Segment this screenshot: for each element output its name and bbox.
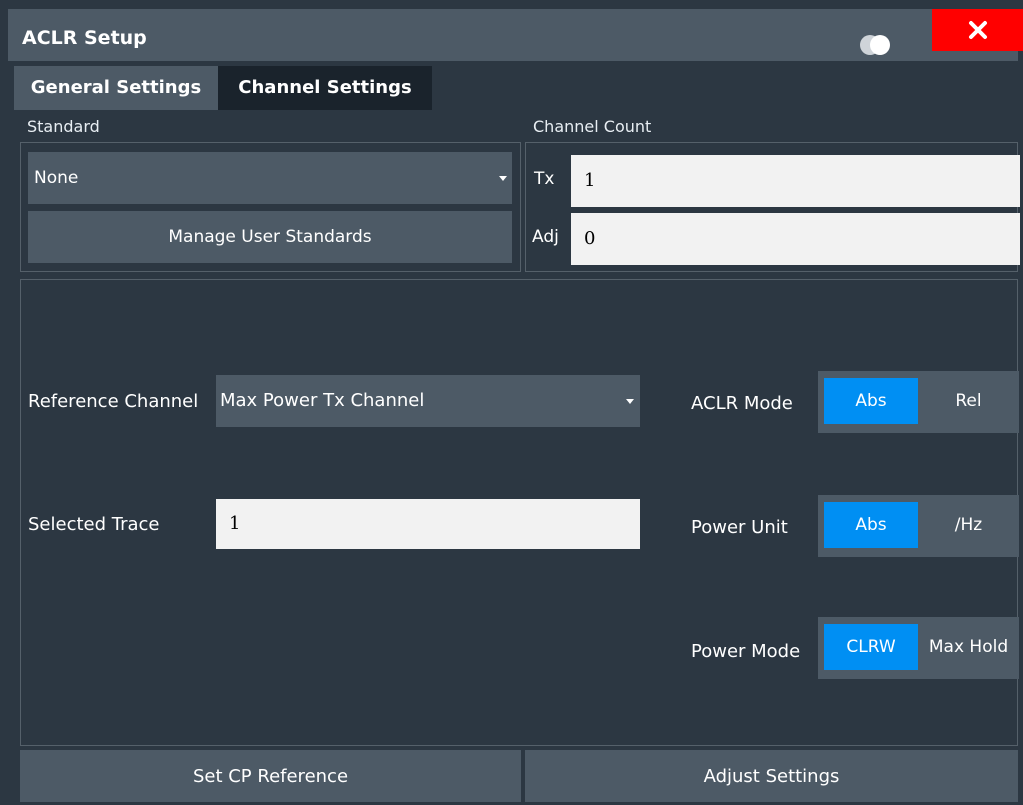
reference-channel-dropdown[interactable]: Max Power Tx Channel bbox=[216, 375, 640, 427]
tab-general-settings[interactable]: General Settings bbox=[14, 66, 218, 110]
aclr-mode-toggle: Abs Rel bbox=[818, 371, 1019, 433]
power-unit-per-hz[interactable]: /Hz bbox=[918, 502, 1019, 548]
close-icon bbox=[969, 21, 987, 39]
toggle-icon[interactable] bbox=[856, 33, 896, 57]
standard-label: Standard bbox=[27, 117, 100, 136]
power-mode-toggle: CLRW Max Hold bbox=[818, 617, 1019, 679]
dropdown-caret-icon bbox=[626, 399, 634, 404]
power-mode-clrw[interactable]: CLRW bbox=[824, 624, 918, 670]
set-cp-reference-button[interactable]: Set CP Reference bbox=[20, 750, 521, 802]
adjust-settings-button[interactable]: Adjust Settings bbox=[525, 750, 1018, 802]
manage-user-standards-button[interactable]: Manage User Standards bbox=[28, 211, 512, 263]
selected-trace-label: Selected Trace bbox=[28, 514, 160, 535]
tx-count-field[interactable]: 1 bbox=[571, 155, 1020, 207]
reference-channel-value: Max Power Tx Channel bbox=[220, 390, 425, 411]
reference-channel-label: Reference Channel bbox=[28, 391, 199, 412]
adj-count-field[interactable]: 0 bbox=[571, 213, 1020, 265]
power-unit-label: Power Unit bbox=[691, 517, 788, 538]
standard-selected-value: None bbox=[34, 168, 79, 188]
dropdown-caret-icon bbox=[499, 176, 507, 181]
tab-bar: General Settings Channel Settings bbox=[14, 66, 1016, 110]
selected-trace-field[interactable]: 1 bbox=[216, 499, 640, 549]
tx-label: Tx bbox=[534, 169, 555, 189]
power-mode-max-hold[interactable]: Max Hold bbox=[918, 624, 1019, 670]
window-title: ACLR Setup bbox=[22, 27, 147, 49]
power-unit-toggle: Abs /Hz bbox=[818, 495, 1019, 557]
aclr-mode-abs[interactable]: Abs bbox=[824, 378, 918, 424]
channel-count-label: Channel Count bbox=[533, 117, 652, 136]
power-unit-abs[interactable]: Abs bbox=[824, 502, 918, 548]
title-bar: ACLR Setup bbox=[8, 9, 1023, 61]
aclr-mode-label: ACLR Mode bbox=[691, 393, 793, 414]
aclr-mode-rel[interactable]: Rel bbox=[918, 378, 1019, 424]
adj-label: Adj bbox=[532, 227, 559, 247]
power-mode-label: Power Mode bbox=[691, 641, 801, 662]
standard-dropdown[interactable]: None bbox=[28, 152, 512, 204]
tab-channel-settings[interactable]: Channel Settings bbox=[218, 66, 432, 110]
close-button[interactable] bbox=[932, 9, 1023, 51]
